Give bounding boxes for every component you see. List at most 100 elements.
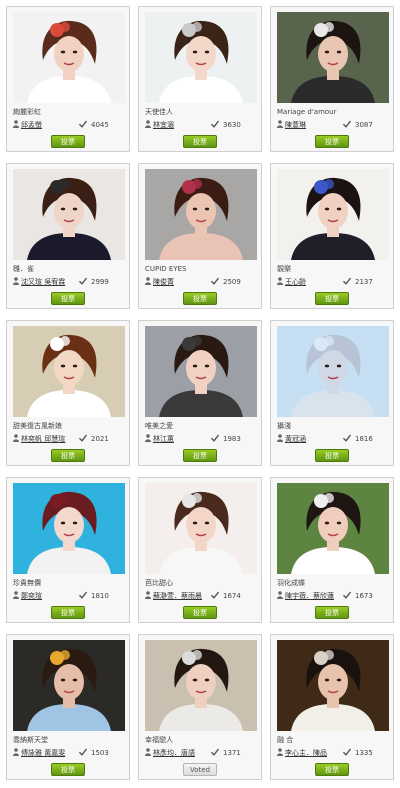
person-icon (277, 277, 283, 285)
vote-button[interactable]: 投票 (315, 449, 349, 462)
author-link[interactable]: 陳俊菁 (153, 278, 174, 286)
vote-number: 3087 (355, 121, 373, 129)
vote-count: 2137 (343, 277, 373, 287)
entry-title: CUPID EYES (145, 265, 187, 273)
entry-title: 羽化成蝶 (277, 579, 305, 587)
entry-title: Mariage d'amour (277, 108, 337, 116)
vote-count: 3630 (211, 120, 241, 130)
entry-photo[interactable] (145, 640, 257, 731)
entry-photo[interactable] (277, 483, 389, 574)
entry-author: 陳薏琳 (277, 120, 335, 130)
vote-button[interactable]: 投票 (183, 449, 217, 462)
vote-button[interactable]: 投票 (315, 135, 349, 148)
vote-button[interactable]: 投票 (315, 292, 349, 305)
portrait-image (277, 483, 389, 574)
author-link[interactable]: 林宜湄 (153, 121, 174, 129)
entry-photo[interactable] (13, 169, 125, 260)
vote-count: 2999 (79, 277, 109, 287)
entry-author: 林宜湄 (145, 120, 203, 130)
vote-button[interactable]: 投票 (51, 763, 85, 776)
portrait-image (13, 640, 125, 731)
author-link[interactable]: 陳薏琳 (285, 121, 306, 129)
author-link[interactable]: 林彥均．唐語 (153, 749, 195, 757)
author-link[interactable]: 沈又瑄 吳宥霖 (21, 278, 65, 286)
vote-count: 3087 (343, 120, 373, 130)
vote-count: 2509 (211, 277, 241, 287)
check-icon (79, 277, 87, 285)
vote-button[interactable]: 投票 (51, 606, 85, 619)
entry-photo[interactable] (145, 12, 257, 103)
person-icon (145, 591, 151, 599)
vote-number: 3630 (223, 121, 241, 129)
check-icon (343, 434, 351, 442)
portrait-image (13, 326, 125, 417)
person-icon (145, 748, 151, 756)
entry-photo[interactable] (277, 326, 389, 417)
person-icon (13, 748, 19, 756)
voted-button: Voted (183, 763, 217, 776)
entry-card: 喬納斯天堂 傅詠雅 黃嘉雯 1503 投票 (6, 634, 130, 780)
entry-card: 珍貴無價 鄭奕瑄 1810 投票 (6, 477, 130, 623)
check-icon (79, 434, 87, 442)
portrait-image (145, 483, 257, 574)
entry-author: 鄭奕瑄 (13, 591, 71, 601)
vote-button[interactable]: 投票 (315, 763, 349, 776)
vote-count: 2021 (79, 434, 109, 444)
vote-button[interactable]: 投票 (51, 449, 85, 462)
person-icon (145, 434, 151, 442)
entry-photo[interactable] (145, 326, 257, 417)
entry-meta: 林宜湄 3630 (145, 120, 257, 130)
vote-button[interactable]: 投票 (183, 606, 217, 619)
entry-photo[interactable] (145, 483, 257, 574)
author-link[interactable]: 鄭奕瑄 (21, 592, 42, 600)
vote-number: 1503 (91, 749, 109, 757)
author-link[interactable]: 王心齡 (285, 278, 306, 286)
author-link[interactable]: 林江蕙 (153, 435, 174, 443)
check-icon (79, 591, 87, 599)
person-icon (277, 120, 283, 128)
vote-count: 1983 (211, 434, 241, 444)
entry-title: 唯美之愛 (145, 422, 173, 430)
author-link[interactable]: 黃冠涵 (285, 435, 306, 443)
portrait-image (277, 640, 389, 731)
entry-photo[interactable] (13, 12, 125, 103)
entry-card: 天使佳人 林宜湄 3630 投票 (138, 6, 262, 152)
entry-card: 攝淺 黃冠涵 1816 投票 (270, 320, 394, 466)
vote-button[interactable]: 投票 (183, 292, 217, 305)
entry-photo[interactable] (145, 169, 257, 260)
author-link[interactable]: 林奕帆 邱慧瑄 (21, 435, 65, 443)
entry-photo[interactable] (13, 326, 125, 417)
person-icon (277, 748, 283, 756)
vote-count: 1371 (211, 748, 241, 758)
entry-photo[interactable] (13, 640, 125, 731)
check-icon (343, 277, 351, 285)
entry-photo[interactable] (277, 640, 389, 731)
entry-card: 甜美復古風新娘林奕帆 邱慧瑄 2021 投票 (6, 320, 130, 466)
portrait-image (145, 12, 257, 103)
entry-photo[interactable] (277, 12, 389, 103)
vote-button[interactable]: 投票 (315, 606, 349, 619)
author-link[interactable]: 蘇瀞萱．蔡雨晨 (153, 592, 202, 600)
entry-card: 幸福戀人 林彥均．唐語 1371 Voted (138, 634, 262, 780)
entry-photo[interactable] (277, 169, 389, 260)
author-link[interactable]: 邱孟螢 (21, 121, 42, 129)
author-link[interactable]: 李心主．陳品 (285, 749, 327, 757)
vote-count: 1816 (343, 434, 373, 444)
vote-button[interactable]: 投票 (51, 135, 85, 148)
entry-meta: 王心齡 2137 (277, 277, 389, 287)
entry-card: 絢麗彩虹 邱孟螢 4045 投票 (6, 6, 130, 152)
entry-title: 甜美復古風新娘 (13, 422, 62, 430)
entry-author: 林彥均．唐語 (145, 748, 203, 758)
check-icon (211, 277, 219, 285)
vote-count: 1810 (79, 591, 109, 601)
vote-number: 1335 (355, 749, 373, 757)
entry-author: 邱孟螢 (13, 120, 71, 130)
portrait-image (277, 12, 389, 103)
vote-button[interactable]: 投票 (183, 135, 217, 148)
entry-title: 絢麗彩虹 (13, 108, 41, 116)
person-icon (13, 277, 19, 285)
vote-button[interactable]: 投票 (51, 292, 85, 305)
author-link[interactable]: 傅詠雅 黃嘉雯 (21, 749, 65, 757)
entry-photo[interactable] (13, 483, 125, 574)
author-link[interactable]: 陳宇薇．蔡欣蓮 (285, 592, 334, 600)
